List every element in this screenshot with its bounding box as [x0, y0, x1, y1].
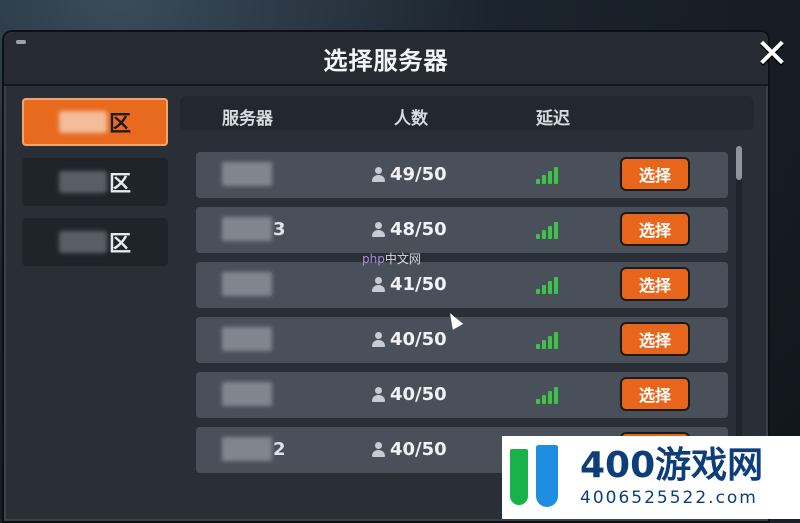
player-count: 40/50 — [372, 384, 447, 405]
region-tab-3[interactable]: 区 — [22, 218, 168, 266]
server-name — [222, 382, 273, 406]
player-count: 40/50 — [372, 439, 447, 460]
watermark-name: 400游戏网 — [580, 444, 764, 486]
region-label: 区 — [108, 172, 131, 197]
site-logo-icon — [506, 443, 568, 513]
scrollbar-thumb[interactable] — [736, 146, 742, 180]
signal-strength-icon — [536, 384, 562, 404]
signal-strength-icon — [536, 274, 562, 294]
select-button[interactable]: 选择 — [620, 212, 690, 246]
select-button[interactable]: 选择 — [620, 157, 690, 191]
site-watermark: 400游戏网 4006525522.com — [502, 436, 800, 519]
header-ping: 延迟 — [536, 109, 570, 129]
server-table: 服务器 人数 延迟 49/50 选择 3 48/50 选择 41/50 选择 4… — [180, 96, 754, 473]
player-count: 49/50 — [372, 164, 447, 185]
region-tab-1[interactable]: 区 — [22, 98, 168, 146]
server-name — [222, 327, 273, 351]
server-rows: 49/50 选择 3 48/50 选择 41/50 选择 40/50 选择 40… — [196, 152, 728, 482]
server-row[interactable]: 40/50 选择 — [196, 372, 728, 418]
server-name — [222, 272, 273, 296]
scrollbar-track[interactable] — [736, 146, 742, 446]
dialog-title: 选择服务器 — [323, 46, 449, 75]
server-row[interactable]: 3 48/50 选择 — [196, 207, 728, 253]
signal-strength-icon — [536, 219, 562, 239]
watermark-url: 4006525522.com — [580, 487, 758, 508]
person-icon — [372, 166, 385, 183]
region-label: 区 — [108, 232, 131, 257]
select-button[interactable]: 选择 — [620, 322, 690, 356]
table-header: 服务器 人数 延迟 — [180, 96, 754, 130]
person-icon — [372, 276, 385, 293]
server-name: 3 — [222, 217, 286, 241]
corner-decoration — [16, 40, 26, 44]
player-count: 41/50 — [372, 274, 447, 295]
dialog-titlebar: 选择服务器 — [4, 32, 768, 86]
region-tab-2[interactable]: 区 — [22, 158, 168, 206]
player-count: 40/50 — [372, 329, 447, 350]
person-icon — [372, 386, 385, 403]
server-name: 2 — [222, 437, 286, 461]
header-player-count: 人数 — [394, 109, 428, 129]
server-row[interactable]: 49/50 选择 — [196, 152, 728, 198]
region-label: 区 — [108, 112, 131, 137]
blurred-server-name — [222, 272, 272, 296]
blurred-server-name — [222, 162, 272, 186]
select-button[interactable]: 选择 — [620, 377, 690, 411]
player-count: 48/50 — [372, 219, 447, 240]
select-button[interactable]: 选择 — [620, 267, 690, 301]
close-icon[interactable]: ✕ — [752, 34, 792, 74]
server-name — [222, 162, 273, 186]
blurred-region-name — [58, 111, 107, 133]
person-icon — [372, 441, 385, 458]
person-icon — [372, 221, 385, 238]
blurred-server-name — [222, 327, 272, 351]
header-server: 服务器 — [222, 109, 273, 129]
blurred-server-name — [222, 217, 272, 241]
php-watermark: php中文网 — [362, 252, 421, 266]
person-icon — [372, 331, 385, 348]
signal-strength-icon — [536, 164, 562, 184]
blurred-region-name — [58, 171, 107, 193]
region-list: 区 区 区 — [22, 98, 168, 278]
signal-strength-icon — [536, 329, 562, 349]
blurred-server-name — [222, 437, 272, 461]
blurred-server-name — [222, 382, 272, 406]
blurred-region-name — [58, 231, 107, 253]
server-row[interactable]: 41/50 选择 — [196, 262, 728, 308]
